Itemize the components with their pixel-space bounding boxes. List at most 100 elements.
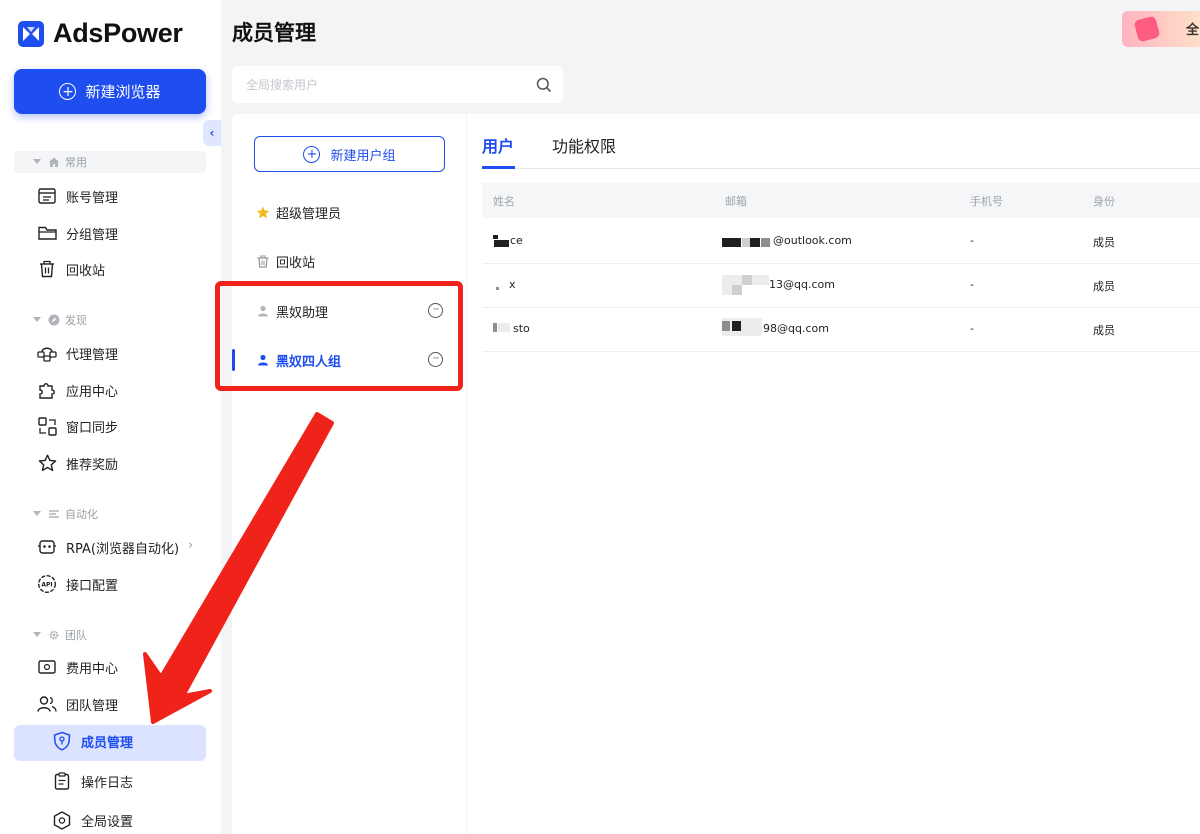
column-header-phone: 手机号 — [970, 195, 1003, 208]
section-common[interactable]: 常用 — [14, 151, 206, 173]
nav-label: 推荐奖励 — [66, 457, 119, 473]
cell-role: 成员 — [1093, 236, 1115, 249]
chevron-down-icon[interactable]: › — [183, 698, 198, 703]
redaction-mask — [493, 323, 497, 332]
group-item-trash[interactable]: 回收站 — [256, 250, 315, 272]
redaction-mask — [498, 323, 510, 332]
row-divider — [482, 307, 1200, 308]
cell-email: 13@qq.com — [769, 278, 835, 291]
nav-apps[interactable]: 应用中心 — [37, 378, 118, 402]
new-browser-button[interactable]: + 新建浏览器 — [14, 69, 206, 114]
nav-referral[interactable]: 推荐奖励 — [37, 451, 118, 475]
search-icon[interactable] — [536, 77, 552, 97]
nav-sync[interactable]: 窗口同步 — [37, 414, 118, 438]
tab-users[interactable]: 用户 — [482, 133, 514, 157]
trash-icon — [256, 254, 270, 268]
nav-members-active[interactable]: 成员管理 — [14, 725, 206, 761]
redaction-mask — [732, 285, 742, 295]
puzzle-icon — [37, 380, 57, 400]
nav-api[interactable]: API 接口配置 — [37, 572, 118, 596]
collapse-sidebar-button[interactable]: ‹ — [203, 120, 221, 146]
nav-label: 接口配置 — [66, 578, 119, 594]
nav-groups[interactable]: 分组管理 — [37, 221, 118, 245]
cell-name: x — [509, 278, 516, 291]
chevron-right-icon[interactable]: › — [188, 538, 193, 553]
section-label: 自动化 — [65, 508, 98, 521]
plus-circle-icon: + — [303, 145, 321, 163]
cell-phone: - — [970, 278, 974, 291]
nav-team-management[interactable]: 团队管理 — [37, 692, 118, 716]
api-icon: API — [37, 574, 57, 594]
proxy-network-icon — [37, 343, 57, 363]
nav-billing[interactable]: 费用中心 — [37, 655, 118, 679]
nav-label: 团队管理 — [66, 698, 119, 714]
nav-proxy[interactable]: 代理管理 — [37, 341, 118, 365]
caret-down-icon — [33, 632, 41, 637]
nav-label: RPA(浏览器自动化) — [66, 541, 180, 557]
section-label: 团队 — [65, 629, 87, 642]
row-divider — [482, 263, 1200, 264]
section-automation[interactable]: 自动化 — [14, 503, 206, 525]
tab-permissions[interactable]: 功能权限 — [552, 133, 616, 157]
window-sync-icon — [37, 416, 57, 436]
automation-icon — [48, 508, 60, 520]
cell-phone: - — [970, 234, 974, 247]
nav-rpa[interactable]: RPA(浏览器自动化) — [37, 535, 179, 559]
robot-icon — [37, 537, 57, 557]
nav-settings[interactable]: 全局设置 — [52, 808, 133, 832]
nav-label: 应用中心 — [66, 384, 119, 400]
nav-label: 成员管理 — [81, 735, 134, 751]
section-label: 常用 — [65, 156, 87, 169]
promo-heart-icon — [1133, 15, 1161, 43]
nav-label: 分组管理 — [66, 227, 119, 243]
redaction-mask — [494, 240, 509, 247]
page-title: 成员管理 — [232, 21, 316, 45]
new-user-group-button[interactable]: + 新建用户组 — [254, 136, 445, 172]
section-label: 发现 — [65, 314, 87, 327]
gear-icon — [48, 629, 60, 641]
new-group-label: 新建用户组 — [330, 148, 396, 164]
group-item-super-admin[interactable]: 超级管理员 — [256, 201, 341, 223]
nav-label: 账号管理 — [66, 190, 119, 206]
folder-icon — [37, 223, 57, 243]
home-icon — [48, 156, 60, 168]
redaction-mask — [496, 287, 499, 290]
search-input[interactable] — [232, 66, 522, 103]
redaction-mask — [742, 275, 752, 285]
nav-label: 回收站 — [66, 263, 106, 279]
nav-label: 操作日志 — [81, 775, 134, 791]
redaction-mask — [742, 238, 750, 247]
section-discover[interactable]: 发现 — [14, 309, 206, 331]
account-list-icon — [37, 186, 57, 206]
column-header-role: 身份 — [1093, 195, 1115, 208]
trash-icon — [37, 259, 57, 279]
redaction-mask — [722, 321, 730, 331]
nav-logs[interactable]: 操作日志 — [52, 769, 133, 793]
search-box[interactable] — [232, 66, 563, 103]
compass-icon — [48, 314, 60, 326]
redaction-mask — [752, 275, 769, 285]
redaction-mask — [722, 238, 741, 247]
cell-phone: - — [970, 322, 974, 335]
nav-accounts[interactable]: 账号管理 — [37, 184, 118, 208]
caret-down-icon — [33, 511, 41, 516]
section-team[interactable]: 团队 — [14, 624, 206, 646]
redaction-mask — [732, 321, 741, 331]
tab-active-underline — [482, 166, 515, 169]
member-panel — [467, 114, 1200, 834]
group-label: 超级管理员 — [276, 206, 342, 222]
logo[interactable]: AdsPower — [18, 18, 183, 49]
nav-label: 代理管理 — [66, 347, 119, 363]
annotation-highlight-box — [215, 281, 463, 391]
star-filled-icon — [256, 205, 270, 219]
redaction-mask — [493, 235, 498, 239]
cell-name: ce — [510, 234, 523, 247]
adspower-logo-icon — [18, 20, 44, 47]
new-browser-label: 新建浏览器 — [85, 83, 161, 101]
plus-circle-icon: + — [59, 83, 77, 100]
logo-text: AdsPower — [53, 18, 183, 48]
shield-icon — [52, 731, 72, 751]
nav-trash[interactable]: 回收站 — [37, 257, 105, 281]
caret-down-icon — [33, 159, 41, 164]
cell-email: @outlook.com — [773, 234, 852, 247]
